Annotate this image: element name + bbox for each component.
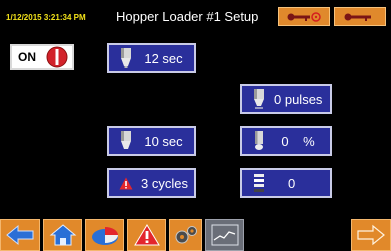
dump-time-value: 10 sec [144,133,183,149]
stop-power-icon [46,46,68,68]
page-title: Hopper Loader #1 Setup [116,9,259,24]
next-button[interactable] [351,219,391,251]
key-button[interactable] [334,7,386,26]
percent-button[interactable]: 0 % [240,126,332,156]
alarm-cycles-value: 3 cycles [141,175,188,191]
usage-button[interactable] [85,219,124,251]
percent-unit: % [303,133,315,149]
pulses-button[interactable]: 0 pulses [240,84,332,114]
count-value: 0 [288,175,296,191]
home-icon [49,224,76,246]
home-button[interactable] [43,219,82,251]
pie-chart-icon [91,227,118,245]
trend-button[interactable] [205,219,244,251]
alarms-button[interactable] [127,219,166,251]
dump-time-button[interactable]: 10 sec [107,126,196,156]
key-icon [344,13,371,21]
hopper-icon [115,47,137,69]
count-button[interactable]: 0 [240,168,332,198]
next-arrow-icon [357,224,385,246]
back-button[interactable] [0,219,40,251]
alarm-cycles-button[interactable]: 3 cycles [107,168,196,198]
hopper-pulse-icon [248,88,270,110]
percent-number: 0 [281,133,289,149]
percent-value: 0 % [270,134,330,149]
datetime-display: 1/12/2015 3:21:34 PM [6,13,86,22]
hopper-level-icon [248,130,270,152]
trend-chart-icon [211,224,238,246]
loading-time-value: 12 sec [144,50,183,66]
coil-icon [248,172,270,194]
key-alarm-button[interactable] [278,7,330,26]
loading-time-button[interactable]: 12 sec [107,43,196,73]
alarm-warning-icon [133,224,160,246]
gears-icon [175,226,197,244]
warning-icon [115,172,137,194]
on-off-toggle[interactable]: ON [10,44,74,70]
on-label: ON [18,50,36,64]
back-arrow-icon [6,224,34,246]
key-alarm-icon [287,11,321,22]
hopper-dump-icon [115,130,137,152]
settings-button[interactable] [169,219,202,251]
pulses-value: 0 pulses [274,91,323,107]
